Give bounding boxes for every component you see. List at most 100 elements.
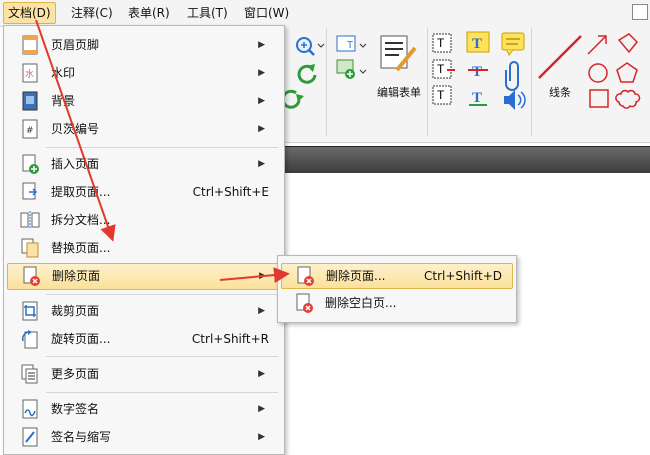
window-control-button[interactable] <box>632 4 648 20</box>
menu-item-more-pages[interactable]: 更多页面 ▶ <box>7 362 279 386</box>
menu-window[interactable]: 窗口(W) <box>240 3 293 23</box>
submenu-arrow-icon: ▶ <box>258 404 265 414</box>
menu-item-label: 删除页面 <box>52 269 101 283</box>
menu-item-digital-signature[interactable]: 数字签名 ▶ <box>7 397 279 421</box>
menu-item-label: 裁剪页面 <box>51 304 100 318</box>
menu-item-label: 贝茨编号 <box>51 122 100 136</box>
text-field-icon[interactable]: T <box>432 33 452 53</box>
svg-text:T: T <box>347 40 353 51</box>
menu-item-label: 提取页面... <box>51 185 111 199</box>
menu-item-label: 更多页面 <box>51 367 100 381</box>
menu-shortcut: Ctrl+Shift+D <box>424 269 502 283</box>
submenu-arrow-icon: ▶ <box>258 68 265 78</box>
cloud-tool-icon[interactable] <box>615 89 641 109</box>
menu-item-crop-page[interactable]: 裁剪页面 ▶ <box>7 299 279 323</box>
menu-item-label: 替换页面... <box>51 241 111 255</box>
menu-item-label: 旋转页面... <box>51 332 111 346</box>
menu-item-split-document[interactable]: 拆分文档... <box>7 208 279 232</box>
delete-page-submenu: 删除页面... Ctrl+Shift+D 删除空白页... <box>277 255 517 323</box>
more-pages-icon <box>21 364 38 384</box>
submenu-arrow-icon: ▶ <box>258 96 265 106</box>
callout-text-icon[interactable]: T <box>432 85 452 105</box>
menu-shortcut: Ctrl+Shift+R <box>191 332 269 346</box>
arrow-tool-icon[interactable] <box>587 35 607 55</box>
menu-item-watermark[interactable]: 水 水印 ▶ <box>7 61 279 85</box>
signature-initials-icon <box>22 427 38 447</box>
menu-shortcut: Ctrl+Shift+E <box>192 185 269 199</box>
rotate-page-icon <box>21 330 38 349</box>
ellipse-tool-icon[interactable] <box>588 63 608 83</box>
menu-item-delete-page[interactable]: 删除页面 ▶ <box>7 263 281 290</box>
split-document-icon <box>20 211 40 229</box>
menu-tools[interactable]: 工具(T) <box>183 3 232 23</box>
rectangle-tool-icon[interactable] <box>589 89 609 108</box>
menu-item-label: 背景 <box>51 94 76 108</box>
menu-item-label: 页眉页脚 <box>51 38 100 52</box>
svg-text:T: T <box>472 64 482 80</box>
menu-document[interactable]: 文档(D) <box>3 2 56 24</box>
submenu-arrow-icon: ▶ <box>258 40 265 50</box>
menu-form[interactable]: 表单(R) <box>124 3 174 23</box>
eraser-shape-icon[interactable] <box>617 33 639 54</box>
submenu-arrow-icon: ▶ <box>258 369 265 379</box>
menu-bar: 文档(D) 注释(C) 表单(R) 工具(T) 窗口(W) <box>0 0 650 27</box>
menu-separator <box>46 356 278 357</box>
menu-item-label: 水印 <box>51 66 76 80</box>
watermark-icon: 水 <box>22 63 38 83</box>
menu-item-label: 签名与缩写 <box>51 430 112 444</box>
menu-separator <box>46 392 278 393</box>
svg-text:T: T <box>472 36 482 52</box>
extract-page-icon <box>22 182 38 200</box>
menu-item-delete-blank-pages[interactable]: 删除空白页... <box>281 291 511 315</box>
note-icon[interactable] <box>501 32 525 56</box>
menu-item-rotate-page[interactable]: 旋转页面... Ctrl+Shift+R <box>7 327 279 351</box>
menu-item-header-footer[interactable]: 页眉页脚 ▶ <box>7 33 279 57</box>
toolbar: T T T T T T T 编辑表单 线条 <box>285 26 650 143</box>
insert-page-icon <box>22 154 39 174</box>
menu-item-bates-numbering[interactable]: # 贝茨编号 ▶ <box>7 117 279 141</box>
menu-item-signature-initials[interactable]: 签名与缩写 ▶ <box>7 425 279 449</box>
menu-item-replace-page[interactable]: 替换页面... <box>7 236 279 260</box>
delete-page-icon <box>23 266 40 286</box>
svg-text:T: T <box>472 90 482 106</box>
bates-number-icon: # <box>22 119 38 139</box>
menu-item-label: 数字签名 <box>51 402 100 416</box>
strikeout-text-icon[interactable]: T <box>468 64 488 80</box>
submenu-arrow-icon: ▶ <box>258 306 265 316</box>
rotate-counterclockwise-icon[interactable] <box>297 64 317 84</box>
highlight-text-icon[interactable]: T <box>466 31 490 53</box>
zoom-in-icon[interactable] <box>296 37 325 56</box>
rotate-clockwise-icon[interactable] <box>285 89 304 109</box>
underline-text-icon[interactable]: T <box>469 90 487 106</box>
insert-image-icon[interactable] <box>336 59 367 79</box>
toolbar-separator <box>427 28 428 136</box>
menu-separator <box>46 294 278 295</box>
submenu-arrow-icon: ▶ <box>259 271 266 281</box>
document-menu: 页眉页脚 ▶ 水 水印 ▶ 背景 ▶ # 贝茨编号 ▶ 插入页面 ▶ 提取页面.… <box>3 25 285 455</box>
menu-item-label: 插入页面 <box>51 157 100 171</box>
attach-file-icon[interactable] <box>505 61 519 91</box>
polygon-tool-icon[interactable] <box>616 62 638 83</box>
toolbar-separator <box>326 28 327 136</box>
line-tool-icon[interactable] <box>538 35 582 79</box>
svg-text:T: T <box>437 62 445 76</box>
menu-item-label: 删除空白页... <box>325 296 397 310</box>
menu-comment[interactable]: 注释(C) <box>67 3 117 23</box>
submenu-arrow-icon: ▶ <box>258 159 265 169</box>
text-box-icon[interactable]: T <box>432 59 455 79</box>
menu-item-background[interactable]: 背景 ▶ <box>7 89 279 113</box>
text-image-icon[interactable]: T <box>336 35 367 52</box>
submenu-arrow-icon: ▶ <box>258 432 265 442</box>
header-footer-icon <box>22 35 38 55</box>
menu-item-delete-pages[interactable]: 删除页面... Ctrl+Shift+D <box>281 263 513 289</box>
svg-text:#: # <box>26 126 34 136</box>
toolbar-separator <box>531 28 532 136</box>
menu-item-label: 删除页面... <box>326 269 386 283</box>
replace-page-icon <box>21 238 39 258</box>
edit-form-label[interactable]: 编辑表单 <box>377 84 421 100</box>
menu-item-insert-page[interactable]: 插入页面 ▶ <box>7 152 279 176</box>
edit-form-icon[interactable] <box>380 35 417 72</box>
sound-icon[interactable] <box>504 90 526 110</box>
lines-label[interactable]: 线条 <box>549 84 571 100</box>
menu-item-extract-page[interactable]: 提取页面... Ctrl+Shift+E <box>7 180 279 204</box>
